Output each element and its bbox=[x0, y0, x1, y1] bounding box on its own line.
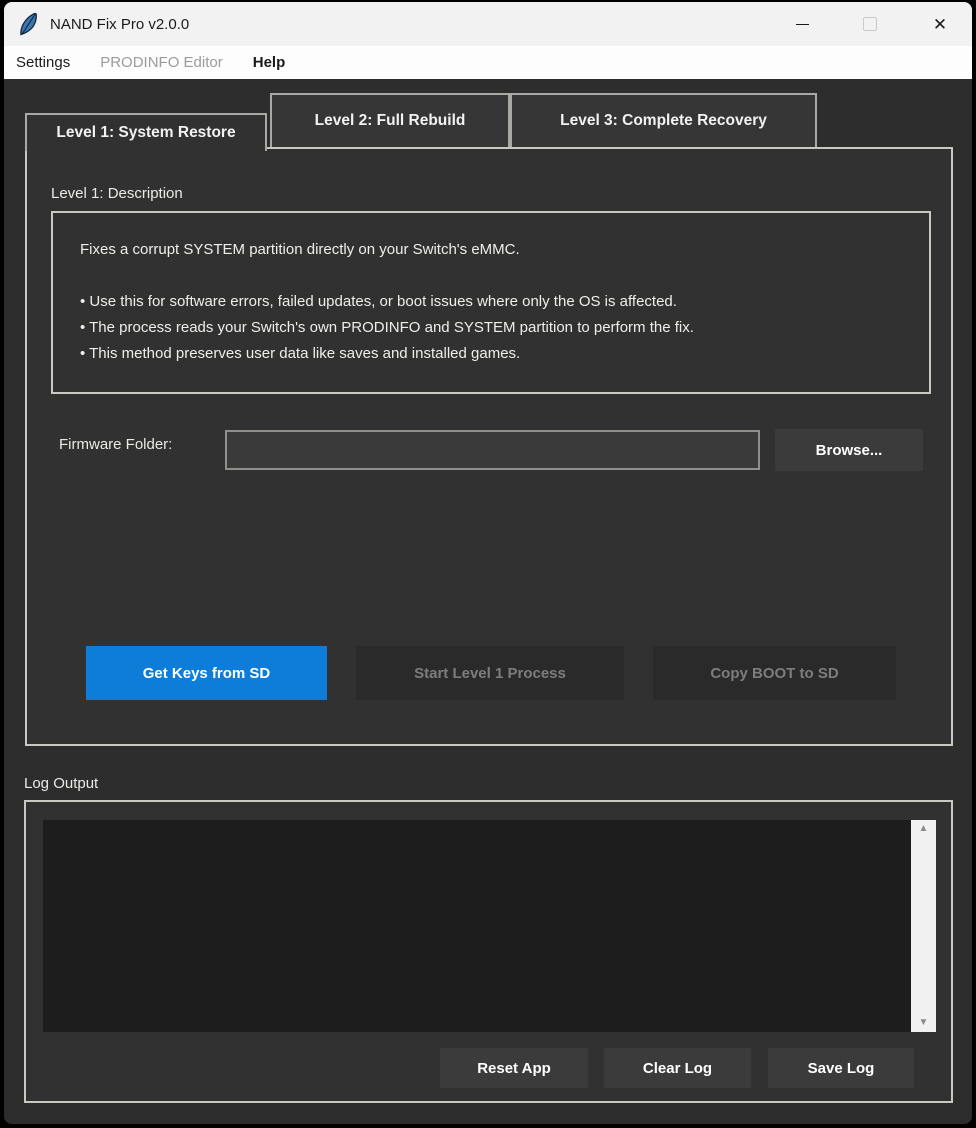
close-button[interactable]: ✕ bbox=[917, 2, 963, 46]
clear-log-button[interactable]: Clear Log bbox=[604, 1048, 751, 1088]
menu-settings[interactable]: Settings bbox=[5, 46, 81, 79]
menu-prodinfo-editor: PRODINFO Editor bbox=[89, 46, 234, 79]
titlebar[interactable]: NAND Fix Pro v2.0.0 ✕ bbox=[4, 2, 972, 46]
menubar: Settings PRODINFO Editor Help bbox=[4, 46, 972, 79]
minimize-icon bbox=[796, 24, 809, 25]
maximize-icon bbox=[863, 17, 877, 31]
description-line bbox=[80, 263, 694, 289]
description-text: Fixes a corrupt SYSTEM partition directl… bbox=[80, 237, 694, 367]
screen: NAND Fix Pro v2.0.0 ✕ Settings PRODINFO … bbox=[0, 0, 976, 1128]
tab-level-3-complete-recovery[interactable]: Level 3: Complete Recovery bbox=[510, 93, 817, 149]
scroll-down-icon[interactable]: ▼ bbox=[919, 1014, 929, 1032]
log-scrollbar[interactable]: ▲ ▼ bbox=[911, 820, 936, 1032]
start-level1-button[interactable]: Start Level 1 Process bbox=[356, 646, 624, 700]
level1-tab-panel: Level 1: Description Fixes a corrupt SYS… bbox=[25, 147, 953, 746]
description-line: • The process reads your Switch's own PR… bbox=[80, 315, 694, 341]
description-frame: Fixes a corrupt SYSTEM partition directl… bbox=[51, 211, 931, 394]
tab-level-1-system-restore[interactable]: Level 1: System Restore bbox=[25, 113, 267, 151]
description-line: • This method preserves user data like s… bbox=[80, 341, 694, 367]
save-log-button[interactable]: Save Log bbox=[768, 1048, 914, 1088]
reset-app-button[interactable]: Reset App bbox=[440, 1048, 588, 1088]
menu-help[interactable]: Help bbox=[242, 46, 297, 79]
minimize-button[interactable] bbox=[779, 2, 825, 46]
log-output-text[interactable] bbox=[43, 820, 911, 1032]
firmware-folder-label: Firmware Folder: bbox=[59, 436, 172, 453]
scroll-up-icon[interactable]: ▲ bbox=[919, 820, 929, 838]
copy-boot-button[interactable]: Copy BOOT to SD bbox=[653, 646, 896, 700]
close-icon: ✕ bbox=[933, 16, 947, 33]
app-window: NAND Fix Pro v2.0.0 ✕ Settings PRODINFO … bbox=[4, 2, 972, 1124]
python-feather-icon bbox=[18, 12, 40, 36]
firmware-folder-input[interactable] bbox=[225, 430, 760, 470]
description-line: Fixes a corrupt SYSTEM partition directl… bbox=[80, 237, 694, 263]
window-title: NAND Fix Pro v2.0.0 bbox=[50, 16, 189, 33]
description-line: • Use this for software errors, failed u… bbox=[80, 289, 694, 315]
browse-button[interactable]: Browse... bbox=[775, 429, 923, 471]
maximize-button[interactable] bbox=[847, 2, 893, 46]
log-output-title: Log Output bbox=[24, 775, 98, 792]
tab-level-2-full-rebuild[interactable]: Level 2: Full Rebuild bbox=[270, 93, 510, 149]
get-keys-button[interactable]: Get Keys from SD bbox=[86, 646, 327, 700]
description-frame-title: Level 1: Description bbox=[51, 185, 183, 202]
